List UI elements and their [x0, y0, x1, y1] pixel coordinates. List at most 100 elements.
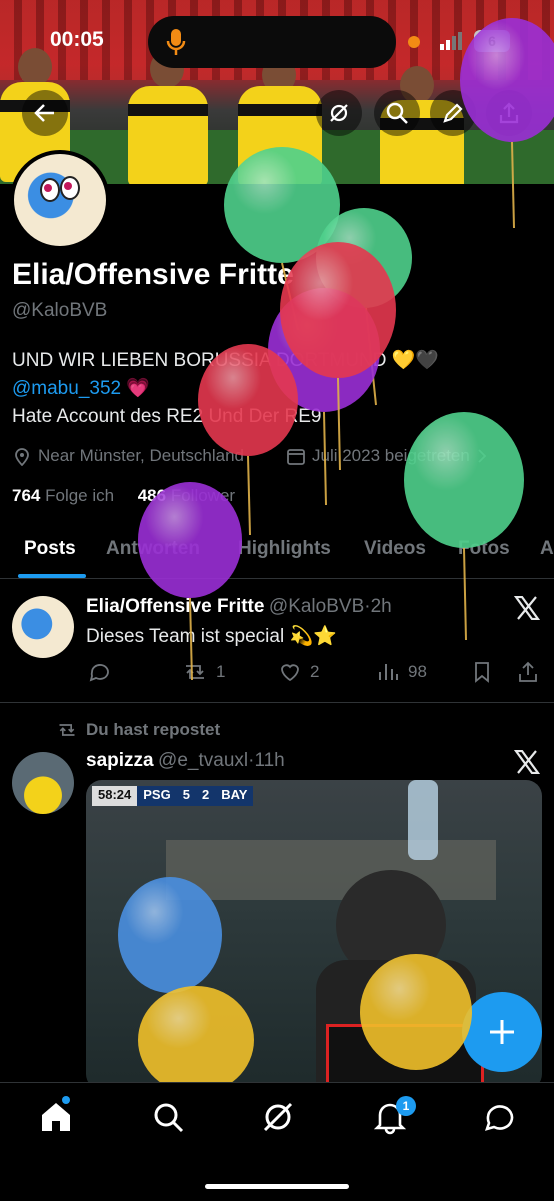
tab-replies[interactable]: Antworten	[106, 538, 200, 560]
tweet-divider	[0, 702, 554, 703]
tweet-author-handle[interactable]: @KaloBVB	[269, 596, 364, 617]
balloon-icon	[268, 288, 380, 506]
back-button[interactable]	[22, 90, 68, 136]
profile-bio-line: UND WIR LIEBEN BORUSSIA DORTMUND 💛🖤	[12, 350, 440, 371]
share-tweet-button[interactable]	[516, 660, 540, 684]
tab-more[interactable]: A	[540, 538, 554, 560]
tweet-author-name[interactable]: sapizza	[86, 750, 154, 771]
media-bottle	[408, 780, 438, 860]
following-count: 764	[12, 486, 41, 505]
x-logo-icon	[514, 596, 540, 620]
media-desk	[166, 840, 496, 900]
pencil-icon	[443, 103, 463, 123]
followers-count: 486	[137, 486, 167, 505]
views-count: 98	[408, 662, 427, 681]
followers-label: Follower	[170, 486, 236, 505]
share-button[interactable]	[486, 90, 532, 136]
profile-handle: @KaloBVB	[12, 300, 108, 321]
repost-context-label: Du hast repostet	[86, 720, 221, 739]
profile-display-name: Elia/Offensive Fritte	[12, 258, 294, 291]
balloon-icon	[198, 344, 298, 536]
home-indicator	[205, 1184, 349, 1189]
repost-button[interactable]: 1	[182, 660, 225, 684]
avatar-pupil	[44, 184, 52, 192]
status-time: 00:05	[50, 28, 104, 51]
banner-player	[238, 86, 322, 184]
balloon-icon	[138, 482, 242, 681]
compose-button[interactable]	[462, 992, 542, 1072]
tweet-author-name[interactable]: Elia/Offensive Fritte	[86, 596, 264, 617]
tweet-time: 11h	[254, 750, 285, 771]
tab-highlights[interactable]: Highlights	[238, 538, 331, 560]
following-link[interactable]: 764 Folge ich	[12, 486, 114, 505]
notification-badge: 1	[396, 1096, 416, 1116]
dynamic-island	[148, 16, 396, 68]
battery-indicator: 6	[474, 30, 510, 52]
media-screen	[326, 1024, 484, 1090]
reply-icon	[89, 664, 109, 682]
views-icon	[379, 664, 398, 680]
banner-player-head	[18, 48, 52, 86]
away-team: BAY	[215, 786, 254, 806]
search-icon	[386, 102, 408, 124]
tweet-author-avatar[interactable]	[12, 596, 74, 658]
tweet-header: Elia/Offensive Fritte @KaloBVB·2h	[86, 596, 392, 618]
tweet-author-avatar[interactable]	[12, 752, 74, 814]
profile-location-text: Near Münster, Deutschland	[38, 446, 244, 465]
share-icon	[519, 661, 537, 682]
x-logo-icon	[514, 750, 540, 774]
signal-icon	[440, 32, 462, 50]
profile-stats: 764 Folge ich 486 Follower	[12, 486, 235, 506]
grok-button[interactable]	[316, 90, 362, 136]
home-team: PSG	[137, 786, 177, 806]
balloon-icon	[316, 208, 412, 406]
tweet-text: Dieses Team ist special 💫⭐	[86, 626, 337, 647]
views-button[interactable]: 98	[376, 660, 427, 684]
avatar-pupil	[64, 182, 72, 190]
chevron-right-icon	[478, 449, 487, 463]
followers-link[interactable]: 486 Follower	[138, 486, 235, 505]
tweet-author-handle[interactable]: @e_tvauxl	[158, 750, 248, 771]
tab-photos[interactable]: Fotos	[458, 538, 510, 560]
profile-location: Near Münster, Deutschland	[12, 446, 244, 466]
home-unread-dot	[62, 1096, 70, 1104]
away-score: 2	[195, 786, 216, 806]
tab-videos[interactable]: Videos	[364, 538, 426, 560]
edit-button[interactable]	[430, 90, 476, 136]
like-button[interactable]: 2	[278, 660, 319, 684]
heart-icon	[281, 664, 299, 682]
grok-icon[interactable]	[260, 1099, 296, 1135]
home-icon[interactable]	[38, 1099, 74, 1135]
following-label: Folge ich	[45, 486, 115, 505]
plus-icon	[490, 1020, 514, 1044]
profile-bio-mention-link[interactable]: @mabu_352 💗	[12, 376, 150, 400]
repost-count: 1	[216, 662, 226, 681]
like-count: 2	[310, 662, 320, 681]
active-tab-indicator	[18, 574, 86, 578]
share-icon	[499, 102, 519, 124]
calendar-icon	[287, 449, 305, 465]
banner-player	[128, 86, 208, 184]
avatar-image	[14, 154, 106, 246]
reply-button[interactable]	[88, 660, 112, 684]
search-icon[interactable]	[150, 1099, 186, 1135]
recording-indicator-icon	[408, 36, 420, 48]
home-score: 5	[176, 786, 196, 806]
repost-context: Du hast repostet	[56, 720, 220, 740]
bookmark-icon	[475, 662, 489, 683]
profile-avatar[interactable]	[10, 150, 110, 250]
microphone-icon	[166, 29, 186, 55]
search-button[interactable]	[374, 90, 420, 136]
match-clock: 58:24	[92, 786, 138, 806]
bookmark-button[interactable]	[470, 660, 494, 684]
profile-tabs: Posts Antworten Highlights Videos Fotos …	[0, 528, 554, 579]
messages-icon[interactable]	[482, 1099, 518, 1135]
profile-bio-line: Hate Account des RE2 Und Der RE9	[12, 406, 322, 427]
grok-icon	[330, 104, 348, 122]
profile-joined[interactable]: Juli 2023 beigetreten	[286, 446, 488, 466]
tab-posts[interactable]: Posts	[24, 538, 76, 560]
location-pin-icon	[15, 448, 29, 466]
profile-joined-text: Juli 2023 beigetreten	[312, 446, 470, 465]
tweet-header: sapizza @e_tvauxl·11h	[86, 750, 285, 772]
repost-icon	[186, 665, 204, 679]
